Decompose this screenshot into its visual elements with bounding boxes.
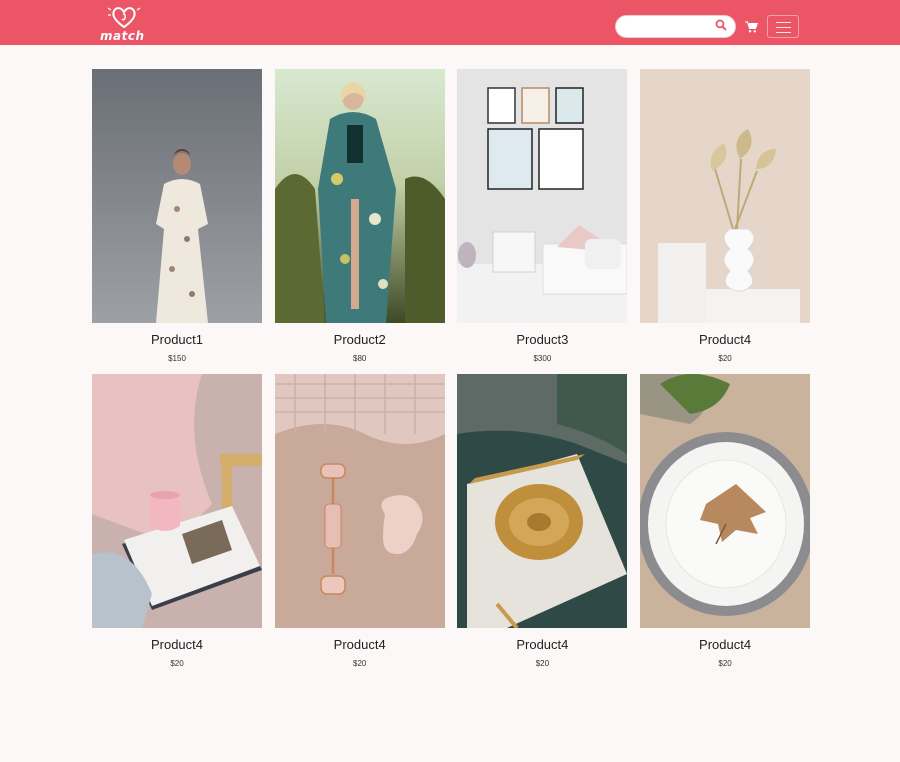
product-image[interactable] xyxy=(92,374,262,628)
product-card[interactable]: Product1 $150 xyxy=(92,69,262,364)
product-card[interactable]: Product4 $20 xyxy=(640,69,811,364)
hamburger-menu-button[interactable] xyxy=(767,15,799,38)
brand-logo[interactable]: match xyxy=(98,6,145,43)
product-name[interactable]: Product4 xyxy=(640,637,810,652)
product-card[interactable]: Product4 $20 xyxy=(92,374,262,669)
cart-icon[interactable] xyxy=(745,21,758,33)
product-name[interactable]: Product1 xyxy=(92,332,262,347)
top-navbar: match xyxy=(0,0,900,45)
product-price: $150 xyxy=(168,354,186,363)
product-name[interactable]: Product4 xyxy=(275,637,445,652)
search-icon[interactable] xyxy=(715,19,727,31)
logo-text: match xyxy=(100,29,145,43)
product-image[interactable] xyxy=(457,374,628,628)
product-image[interactable] xyxy=(274,69,445,323)
hamburger-line xyxy=(776,27,791,28)
product-price: $20 xyxy=(718,354,732,363)
product-card[interactable]: Product4 $20 xyxy=(457,374,628,669)
product-image[interactable] xyxy=(640,69,811,323)
product-image[interactable] xyxy=(640,374,811,628)
product-name[interactable]: Product4 xyxy=(92,637,262,652)
product-card[interactable]: Product4 $20 xyxy=(640,374,811,669)
product-name[interactable]: Product3 xyxy=(457,332,627,347)
heart-logo-icon xyxy=(108,7,140,29)
product-card[interactable]: Product3 $300 xyxy=(457,69,628,364)
product-name[interactable]: Product2 xyxy=(275,332,445,347)
product-card[interactable]: Product2 $80 xyxy=(274,69,445,364)
product-name[interactable]: Product4 xyxy=(640,332,810,347)
product-price: $20 xyxy=(718,659,732,668)
product-image[interactable] xyxy=(92,69,262,323)
product-price: $20 xyxy=(535,659,550,668)
product-image[interactable] xyxy=(457,69,628,323)
product-name[interactable]: Product4 xyxy=(457,637,627,652)
product-grid: Product1 $150 Product2 $80 Product3 $300… xyxy=(92,69,811,669)
product-price: $80 xyxy=(353,354,367,363)
product-price: $20 xyxy=(353,659,367,668)
product-card[interactable]: Product4 $20 xyxy=(274,374,445,669)
product-price: $20 xyxy=(170,659,184,668)
product-image[interactable] xyxy=(274,374,445,628)
product-price: $300 xyxy=(533,354,552,363)
hamburger-line xyxy=(776,32,791,33)
hamburger-menu-icon xyxy=(776,22,791,23)
